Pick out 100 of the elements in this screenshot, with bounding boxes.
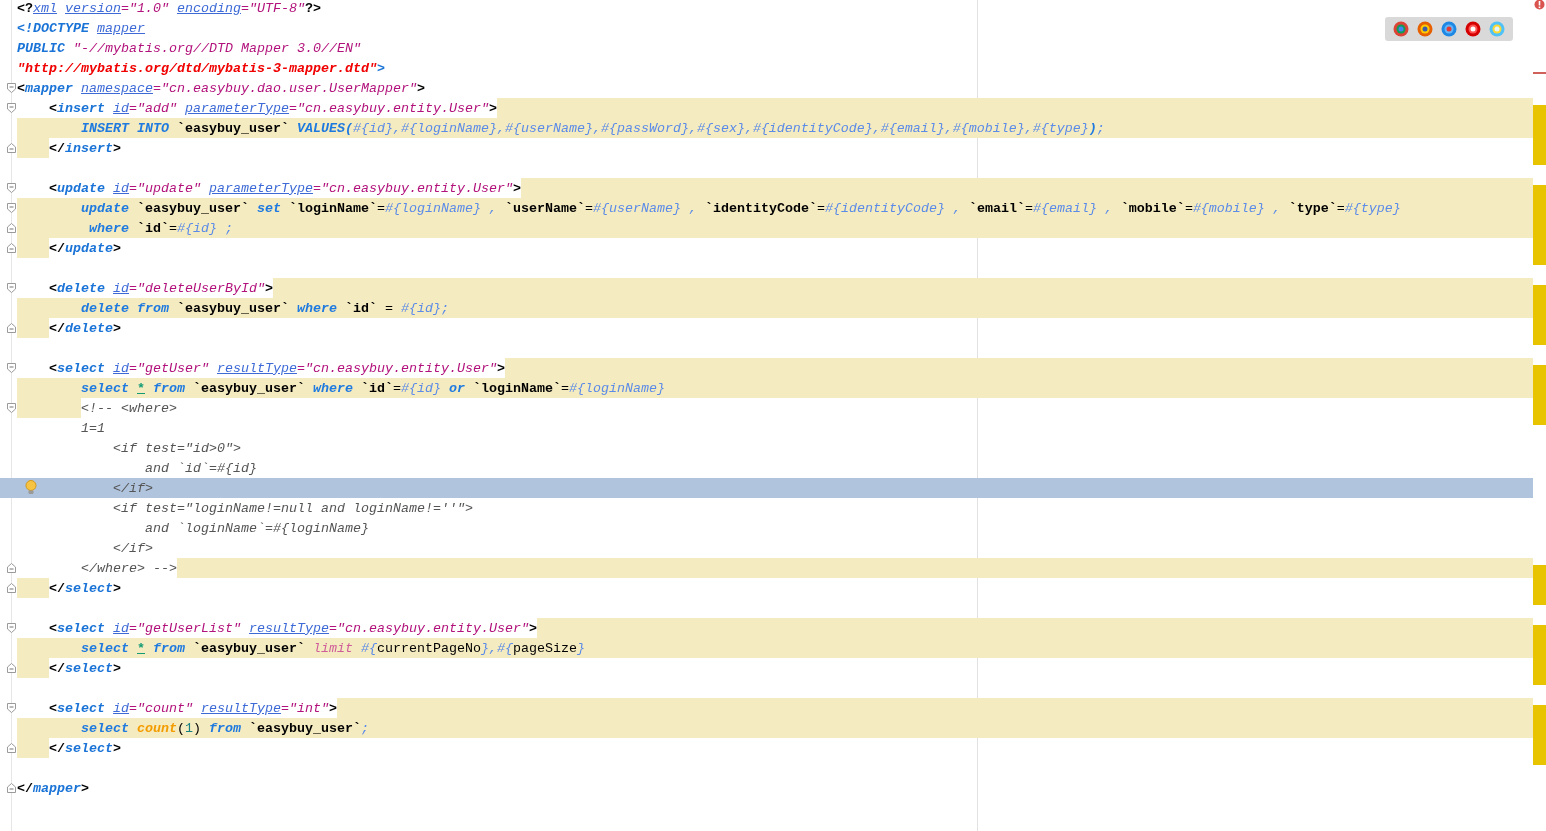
marker-stripe[interactable] xyxy=(1533,185,1546,205)
tag-bracket: > xyxy=(512,180,521,196)
code-text: = xyxy=(816,200,825,216)
tag-bracket: > xyxy=(81,780,89,796)
attribute-name: resultType xyxy=(217,360,297,376)
sql-function: count xyxy=(137,720,177,736)
fold-icon[interactable] xyxy=(6,203,16,213)
sql-keyword: update xyxy=(81,200,129,216)
attribute-name: encoding xyxy=(177,0,241,16)
attribute-value: "-//mybatis.org//DTD Mapper 3.0//EN" xyxy=(73,40,361,56)
quoted-identifier: `userName` xyxy=(504,200,585,216)
marker-stripe[interactable] xyxy=(1533,405,1546,425)
fold-icon[interactable] xyxy=(6,783,16,793)
attribute-name: namespace xyxy=(81,80,153,96)
marker-stripe[interactable] xyxy=(1533,585,1546,605)
sql-keyword: from xyxy=(153,380,185,396)
sql-parameter: ; xyxy=(361,720,369,736)
equals-sign: = xyxy=(313,180,321,196)
marker-stripe[interactable] xyxy=(1533,325,1546,345)
marker-stripe[interactable] xyxy=(1533,365,1546,385)
attribute-value: "cn.easybuy.entity.User" xyxy=(321,180,513,196)
tag-name: PUBLIC xyxy=(17,40,65,56)
tag-name: mapper xyxy=(25,80,73,96)
attribute-name: version xyxy=(65,0,121,16)
fold-icon[interactable] xyxy=(6,243,16,253)
sql-parameter: #{id},#{loginName},#{userName},#{passWord},#{sex},#{identityCode},#{email},#{mobile},#{type} xyxy=(352,120,1089,136)
code-comment: <if test="id>0"> xyxy=(113,440,241,456)
tag-name: insert xyxy=(57,100,105,116)
fold-icon[interactable] xyxy=(6,583,16,593)
attribute-value: "add" xyxy=(137,100,177,116)
code-text: = xyxy=(1024,200,1033,216)
sql-keyword: ) xyxy=(1088,120,1097,136)
quoted-identifier: `easybuy_user` xyxy=(177,300,289,316)
equals-sign: = xyxy=(129,620,137,636)
tag-bracket: > xyxy=(528,620,537,636)
sql-keyword: select xyxy=(81,380,129,396)
browser-icon[interactable] xyxy=(1441,21,1457,37)
code-comment: </where> --> xyxy=(81,560,177,576)
marker-stripe[interactable] xyxy=(1533,145,1546,165)
browser-icon[interactable] xyxy=(1393,21,1409,37)
lightbulb-icon[interactable] xyxy=(25,480,37,495)
tag-name: delete xyxy=(57,280,105,296)
attribute-name: xml xyxy=(33,0,57,16)
marker-stripe[interactable] xyxy=(1533,745,1546,765)
code-comment: and `id`=#{id} xyxy=(145,460,257,476)
fold-icon[interactable] xyxy=(6,103,16,113)
marker-stripe[interactable] xyxy=(1533,565,1546,585)
tag-bracket: < xyxy=(49,280,57,296)
tag-bracket: < xyxy=(49,620,57,636)
tag-name: insert xyxy=(65,140,113,156)
attribute-value: "cn.easybuy.dao.user.UserMapper" xyxy=(161,80,417,96)
tag-bracket: > xyxy=(496,360,505,376)
fold-icon[interactable] xyxy=(6,183,16,193)
marker-stripe[interactable] xyxy=(1533,665,1546,685)
tag-bracket: < xyxy=(49,180,57,196)
sql-keyword: VALUES( xyxy=(296,120,353,136)
code-text: = xyxy=(560,380,569,396)
browser-icon[interactable] xyxy=(1465,21,1481,37)
marker-stripe[interactable] xyxy=(1533,625,1546,645)
equals-sign: = xyxy=(281,700,289,716)
attribute-name: id xyxy=(113,280,129,296)
quoted-identifier: `loginName` xyxy=(289,200,377,216)
fold-icon[interactable] xyxy=(6,623,16,633)
error-icon[interactable] xyxy=(1534,0,1545,10)
equals-sign: = xyxy=(129,280,137,296)
fold-icon[interactable] xyxy=(6,323,16,333)
fold-icon[interactable] xyxy=(6,743,16,753)
tag-name: update xyxy=(57,180,105,196)
sql-keyword: where xyxy=(313,380,353,396)
fold-icon[interactable] xyxy=(6,283,16,293)
attribute-value: "deleteUserById" xyxy=(137,280,265,296)
fold-icon[interactable] xyxy=(6,703,16,713)
wildcard: * xyxy=(137,380,145,396)
fold-icon[interactable] xyxy=(6,663,16,673)
marker-stripe[interactable] xyxy=(1533,705,1546,725)
browser-icon[interactable] xyxy=(1417,21,1433,37)
marker-stripe[interactable] xyxy=(1533,285,1546,305)
sql-keyword: or xyxy=(449,380,465,396)
fold-icon[interactable] xyxy=(6,363,16,373)
fold-icon[interactable] xyxy=(6,563,16,573)
wildcard: * xyxy=(137,640,145,656)
fold-icon[interactable] xyxy=(6,403,16,413)
equals-sign: = xyxy=(129,360,137,376)
tag-name: select xyxy=(65,580,113,596)
fold-icon[interactable] xyxy=(6,223,16,233)
marker-stripe[interactable] xyxy=(1533,245,1546,265)
fold-icon[interactable] xyxy=(6,143,16,153)
tag-bracket: > xyxy=(113,320,121,336)
tag-name: select xyxy=(65,660,113,676)
tag-bracket: </ xyxy=(49,320,65,336)
quoted-identifier: `mobile` xyxy=(1120,200,1185,216)
error-marker[interactable] xyxy=(1533,72,1546,74)
fold-icon[interactable] xyxy=(6,83,16,93)
attribute-name: id xyxy=(113,700,129,716)
tag-name: select xyxy=(57,620,105,636)
code-text: pageSize xyxy=(512,640,577,656)
tag-bracket: > xyxy=(113,140,121,156)
sql-parameter: } xyxy=(576,640,585,656)
sql-parameter: #{id} ; xyxy=(177,220,233,236)
marker-stripe[interactable] xyxy=(1533,105,1546,125)
